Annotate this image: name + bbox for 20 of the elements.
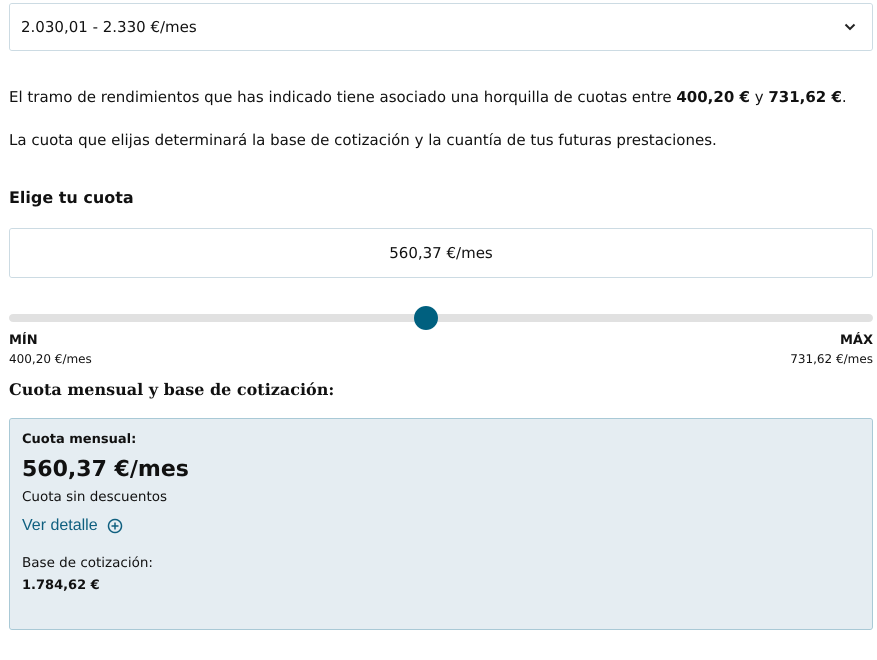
range-dropdown[interactable]: 2.030,01 - 2.330 €/mes: [9, 3, 873, 51]
max-label: MÁX: [840, 332, 873, 350]
slider-thumb[interactable]: [414, 306, 438, 330]
monthly-amount: 560,37 €/mes: [22, 456, 189, 484]
base-value: 1.784,62 €: [22, 577, 100, 595]
info-paragraph: La cuota que elijas determinará la base de cotización y la cuantía de tus futuras prestaciones.: [9, 130, 718, 150]
section-heading: Elige tu cuota: [9, 188, 135, 208]
quota-field[interactable]: 560,37 €/mes: [9, 228, 873, 278]
chevron-down-icon: [844, 23, 856, 31]
dropdown-value: 2.030,01 - 2.330 €/mes: [21, 18, 197, 36]
section-heading: Cuota mensual y base de cotización:: [9, 379, 336, 401]
detail-link[interactable]: Ver detalle: [22, 517, 98, 535]
min-label: MÍN: [9, 332, 38, 350]
plus-circle-icon[interactable]: [106, 518, 123, 534]
amount-note: Cuota sin descuentos: [22, 488, 168, 507]
max-value: 731,62 €/mes: [790, 351, 873, 368]
card-title: Cuota mensual:: [22, 431, 136, 449]
base-label: Base de cotización:: [22, 554, 153, 573]
min-value: 400,20 €/mes: [9, 351, 92, 368]
info-paragraph: El tramo de rendimientos que has indicado tiene asociado una horquilla de cuotas entre 400,20 € y 731,62 €.: [9, 87, 848, 107]
